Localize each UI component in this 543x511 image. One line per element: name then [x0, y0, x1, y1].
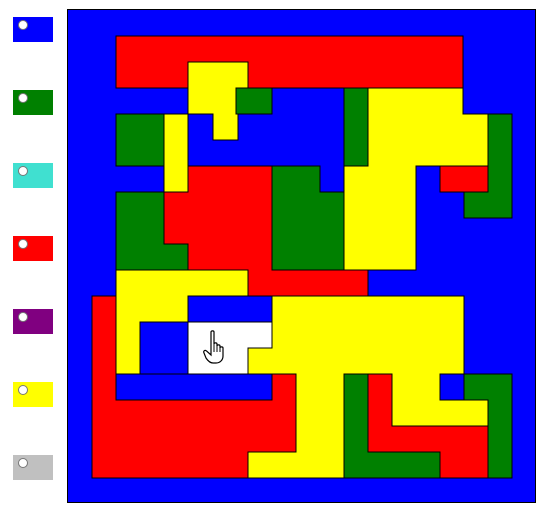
radio-indicator-red	[18, 239, 28, 249]
hand-pointer-icon	[203, 330, 229, 364]
puzzle-board[interactable]	[67, 9, 536, 503]
region-blue-left-inner[interactable]	[139, 321, 189, 375]
radio-indicator-purple	[18, 312, 28, 322]
swatch-cyan[interactable]	[13, 163, 53, 188]
region-red-top[interactable]	[115, 35, 464, 89]
radio-indicator-blue	[18, 20, 28, 30]
region-green-left-top[interactable]	[115, 113, 165, 167]
swatch-green[interactable]	[13, 90, 53, 115]
swatch-purple[interactable]	[13, 309, 53, 334]
swatch-gray[interactable]	[13, 455, 53, 480]
board-svg[interactable]	[68, 10, 535, 502]
radio-indicator-cyan	[18, 166, 28, 176]
radio-indicator-yellow	[18, 385, 28, 395]
swatch-red[interactable]	[13, 236, 53, 261]
region-yellow-thin[interactable]	[163, 113, 189, 193]
swatch-blue[interactable]	[13, 17, 53, 42]
swatch-yellow[interactable]	[13, 382, 53, 407]
region-blue-inner[interactable]	[187, 295, 273, 323]
radio-indicator-gray	[18, 458, 28, 468]
region-green-small-top[interactable]	[235, 87, 273, 115]
radio-indicator-green	[18, 93, 28, 103]
region-red-small-right[interactable]	[439, 165, 489, 193]
region-green-mid[interactable]	[343, 87, 369, 167]
